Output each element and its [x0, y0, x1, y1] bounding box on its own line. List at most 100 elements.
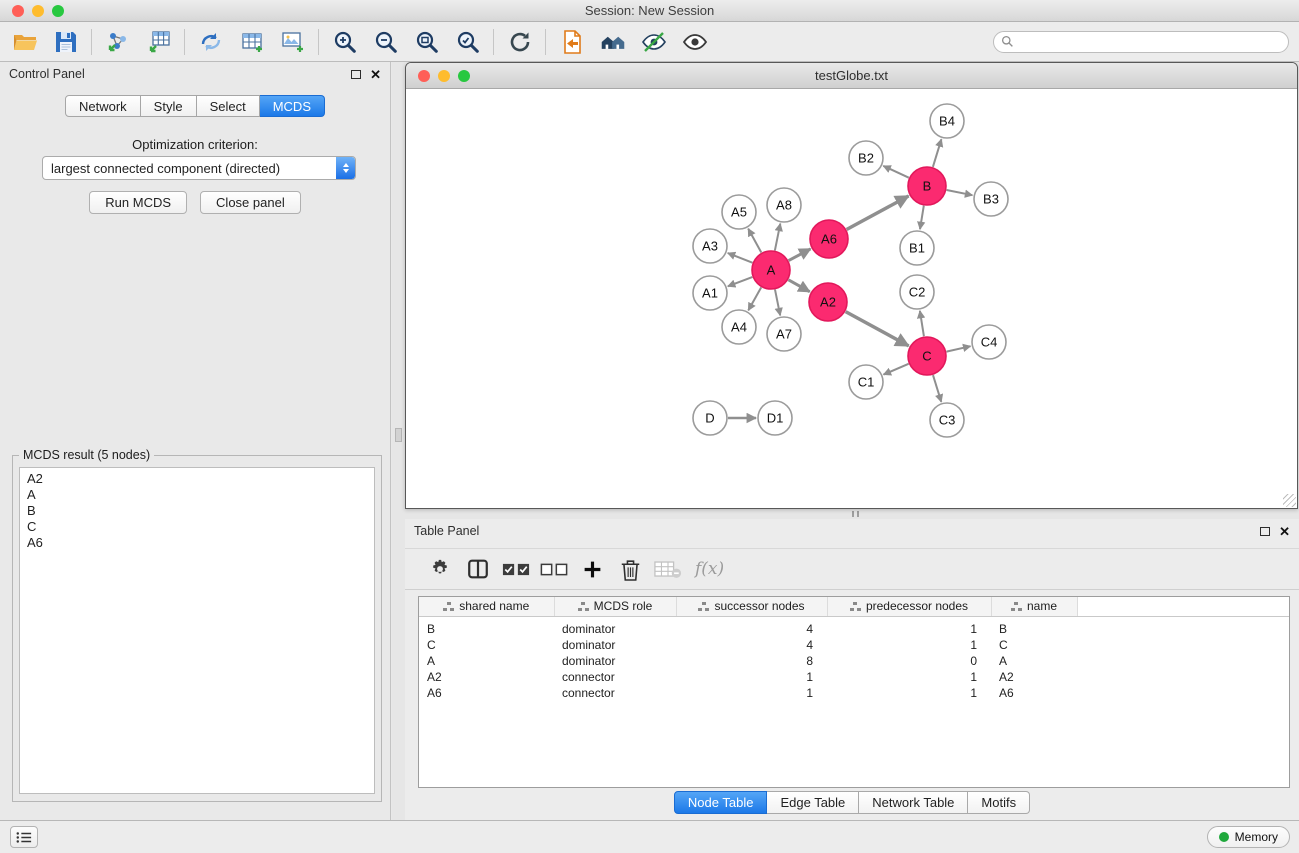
- graph-edge-B-B3[interactable]: [947, 190, 973, 195]
- export-document-button[interactable]: [551, 24, 592, 60]
- panel-menu-button[interactable]: [10, 826, 38, 848]
- network-graph[interactable]: B4B2BB3A5A8A6B1A3AA1C2A2A4A7C4C1CC3DD1: [406, 89, 1297, 509]
- graph-edge-A-A4[interactable]: [748, 287, 761, 310]
- tab-node-table[interactable]: Node Table: [674, 791, 768, 814]
- zoom-in-button[interactable]: [324, 24, 365, 60]
- deselect-all-rows-button[interactable]: [535, 551, 573, 587]
- zoom-out-button[interactable]: [365, 24, 406, 60]
- vertical-splitter[interactable]: [392, 62, 405, 820]
- table-settings-button[interactable]: [421, 551, 459, 587]
- table-cell[interactable]: B: [419, 616, 554, 637]
- result-item[interactable]: A6: [27, 535, 367, 551]
- table-cell[interactable]: 4: [676, 637, 827, 653]
- column-header-shared-name[interactable]: shared name: [419, 597, 554, 616]
- table-cell[interactable]: 1: [827, 669, 991, 685]
- select-all-rows-button[interactable]: [497, 551, 535, 587]
- column-header-successor-nodes[interactable]: successor nodes: [676, 597, 827, 616]
- add-column-button[interactable]: [573, 551, 611, 587]
- graph-edge-A-A7[interactable]: [775, 290, 780, 316]
- result-item[interactable]: B: [27, 503, 367, 519]
- function-builder-button[interactable]: f(x): [695, 559, 724, 579]
- zoom-selected-button[interactable]: [447, 24, 488, 60]
- graph-edge-A-A5[interactable]: [748, 229, 761, 253]
- graph-edge-B-B4[interactable]: [933, 139, 942, 167]
- table-cell[interactable]: 1: [827, 616, 991, 637]
- close-panel-button[interactable]: Close panel: [200, 191, 301, 214]
- node-table-container[interactable]: shared nameMCDS rolesuccessor nodesprede…: [418, 596, 1290, 788]
- table-cell[interactable]: dominator: [554, 637, 676, 653]
- tab-network[interactable]: Network: [65, 95, 141, 117]
- import-network-button[interactable]: [97, 24, 138, 60]
- graph-edge-C-C3[interactable]: [933, 375, 941, 402]
- memory-indicator-button[interactable]: Memory: [1207, 826, 1290, 848]
- table-cell[interactable]: B: [991, 616, 1077, 637]
- network-canvas[interactable]: B4B2BB3A5A8A6B1A3AA1C2A2A4A7C4C1CC3DD1: [406, 89, 1297, 508]
- result-item[interactable]: C: [27, 519, 367, 535]
- table-cell[interactable]: connector: [554, 685, 676, 701]
- close-panel-icon[interactable]: [370, 68, 381, 81]
- graph-edge-C-C1[interactable]: [884, 364, 909, 375]
- table-cell[interactable]: A6: [419, 685, 554, 701]
- table-cell[interactable]: A: [419, 653, 554, 669]
- table-cell[interactable]: 1: [676, 685, 827, 701]
- graph-edge-A-A6[interactable]: [789, 249, 811, 261]
- result-item[interactable]: A: [27, 487, 367, 503]
- table-cell[interactable]: C: [419, 637, 554, 653]
- table-row[interactable]: Cdominator41C: [419, 637, 1289, 653]
- table-cell[interactable]: connector: [554, 669, 676, 685]
- table-cell[interactable]: A: [991, 653, 1077, 669]
- zoom-fit-button[interactable]: [406, 24, 447, 60]
- graph-edge-C-C2[interactable]: [920, 311, 924, 336]
- import-table-button[interactable]: [138, 24, 179, 60]
- table-row[interactable]: A2connector11A2: [419, 669, 1289, 685]
- splitter-handle[interactable]: [395, 428, 402, 442]
- graph-edge-B-B2[interactable]: [883, 166, 909, 178]
- tab-mcds[interactable]: MCDS: [260, 95, 325, 117]
- table-cell[interactable]: 4: [676, 616, 827, 637]
- tab-style[interactable]: Style: [141, 95, 197, 117]
- graph-edge-A6-B[interactable]: [847, 196, 909, 230]
- graph-edge-A2-C[interactable]: [846, 312, 909, 346]
- table-cell[interactable]: 1: [676, 669, 827, 685]
- mcds-result-list[interactable]: A2ABCA6: [19, 467, 375, 794]
- window-resize-grip[interactable]: [1283, 494, 1296, 507]
- table-cell[interactable]: 1: [827, 637, 991, 653]
- run-mcds-button[interactable]: Run MCDS: [89, 191, 187, 214]
- table-row[interactable]: Bdominator41B: [419, 616, 1289, 637]
- network-window-titlebar[interactable]: testGlobe.txt: [406, 63, 1297, 89]
- table-cell[interactable]: dominator: [554, 616, 676, 637]
- tab-network-table[interactable]: Network Table: [859, 791, 968, 814]
- search-input[interactable]: [1018, 33, 1288, 51]
- show-graphics-button[interactable]: [674, 24, 715, 60]
- optimization-criterion-dropdown[interactable]: largest connected component (directed): [42, 156, 356, 180]
- delete-column-button[interactable]: [611, 551, 649, 587]
- export-image-button[interactable]: [272, 24, 313, 60]
- float-panel-icon[interactable]: [1260, 527, 1270, 536]
- table-cell[interactable]: A2: [419, 669, 554, 685]
- table-cell[interactable]: C: [991, 637, 1077, 653]
- clone-network-button[interactable]: [190, 24, 231, 60]
- column-header-predecessor-nodes[interactable]: predecessor nodes: [827, 597, 991, 616]
- save-session-button[interactable]: [45, 24, 86, 60]
- table-cell[interactable]: A2: [991, 669, 1077, 685]
- table-cell[interactable]: 1: [827, 685, 991, 701]
- refresh-button[interactable]: [499, 24, 540, 60]
- result-item[interactable]: A2: [27, 471, 367, 487]
- float-panel-icon[interactable]: [351, 70, 361, 79]
- graph-edge-A-A2[interactable]: [788, 280, 809, 292]
- table-cell[interactable]: 0: [827, 653, 991, 669]
- column-selector-button[interactable]: [459, 551, 497, 587]
- tab-select[interactable]: Select: [197, 95, 260, 117]
- graph-edge-A-A8[interactable]: [775, 224, 780, 251]
- table-cell[interactable]: dominator: [554, 653, 676, 669]
- new-table-button[interactable]: [231, 24, 272, 60]
- table-cell[interactable]: 8: [676, 653, 827, 669]
- annotation-eye-button[interactable]: [633, 24, 674, 60]
- tab-edge-table[interactable]: Edge Table: [767, 791, 859, 814]
- toolbar-search-field[interactable]: [993, 31, 1289, 53]
- tab-motifs[interactable]: Motifs: [968, 791, 1030, 814]
- splitter-handle[interactable]: [852, 511, 859, 517]
- column-header-name[interactable]: name: [991, 597, 1077, 616]
- graph-edge-C-C4[interactable]: [947, 346, 971, 351]
- graph-edge-A-A1[interactable]: [728, 277, 753, 286]
